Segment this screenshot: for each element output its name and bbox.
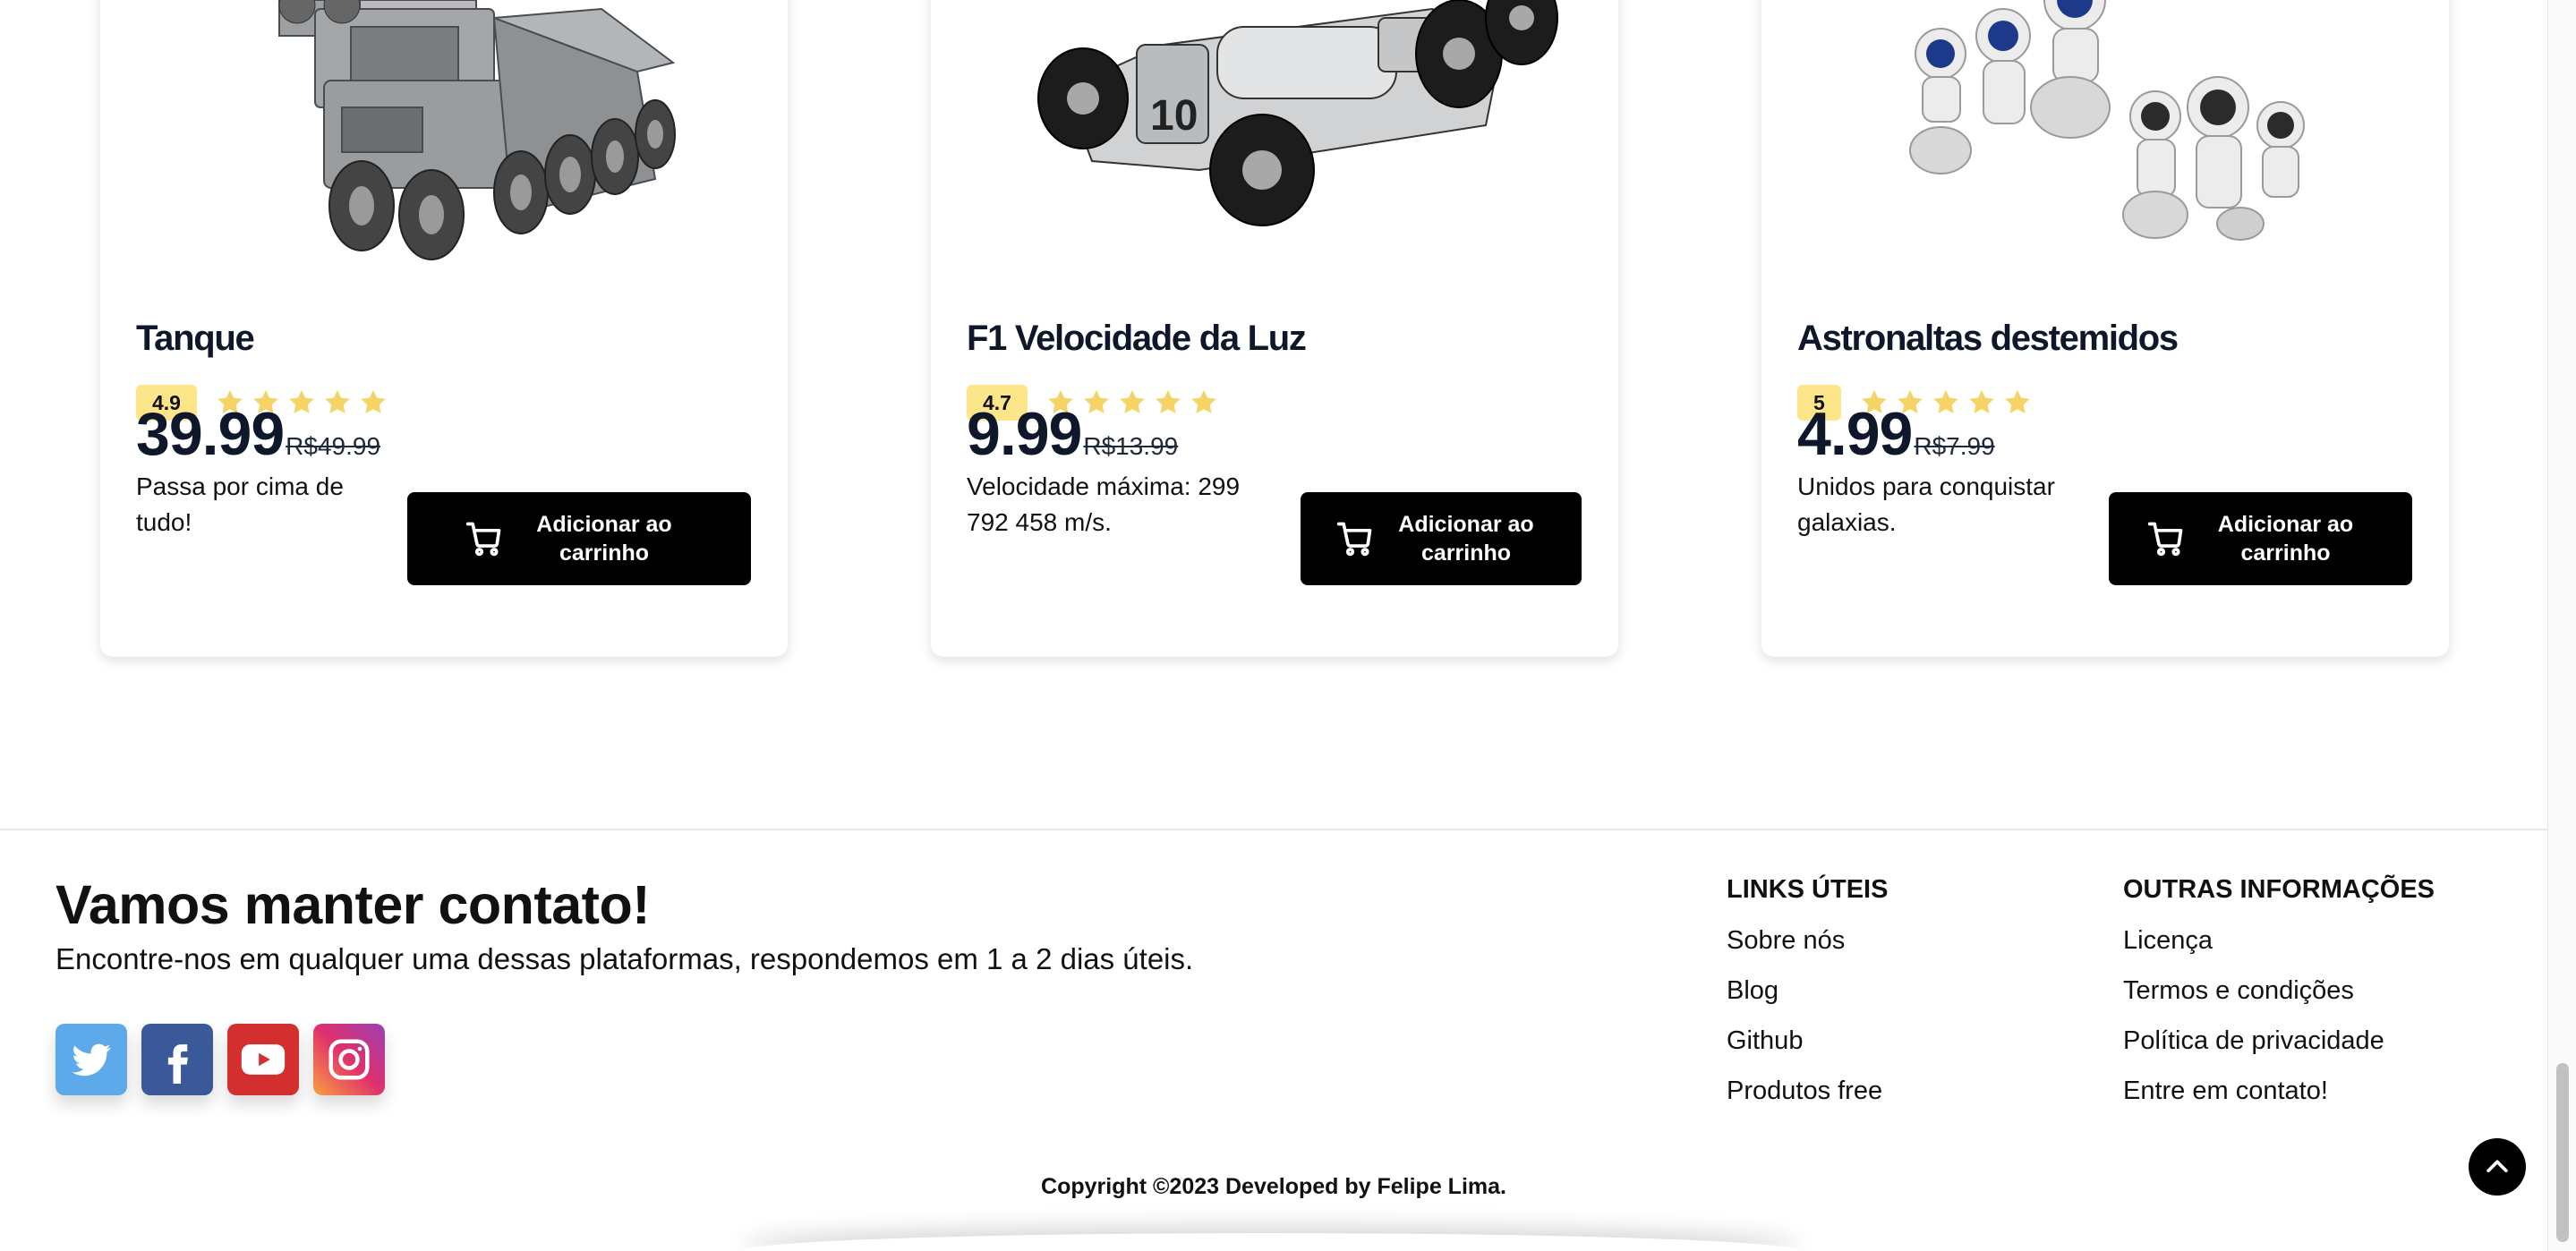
button-label: Adicionar ao carrinho (536, 512, 672, 566)
footer-link-termos[interactable]: Termos e condições (2123, 976, 2435, 1005)
footer-title: Vamos manter contato! (55, 874, 651, 935)
footer-link-licenca[interactable]: Licença (2123, 926, 2435, 955)
product-description: Passa por cima de tudo! (136, 472, 344, 536)
useful-links-title: LINKS ÚTEIS (1727, 875, 1889, 904)
product-title: Tanque (136, 319, 255, 358)
cart-icon (465, 522, 501, 557)
svg-text:10: 10 (1150, 92, 1198, 140)
footer-link-privacidade[interactable]: Política de privacidade (2123, 1026, 2435, 1055)
scrollbar-thumb[interactable] (2556, 1063, 2569, 1242)
product-image: 10 (931, 0, 1618, 295)
facebook-link[interactable] (141, 1024, 213, 1095)
footer-divider (0, 829, 2547, 830)
page-scrollbar[interactable] (2547, 0, 2576, 1251)
price-row: 9.99 R$13.99 (967, 399, 1178, 469)
product-description: Unidos para conquistar galaxias. (1797, 472, 2055, 536)
footer-link-produtos-free[interactable]: Produtos free (1727, 1077, 1888, 1105)
star-icon (2005, 389, 2030, 413)
product-old-price: R$49.99 (286, 432, 381, 460)
cart-icon (2147, 522, 2182, 557)
chevron-up-icon (2486, 1160, 2508, 1173)
price-row: 4.99 R$7.99 (1797, 399, 1995, 469)
astronaut-figures-image (1909, 0, 2305, 241)
add-to-cart-button[interactable]: Adicionar ao carrinho (2109, 492, 2412, 585)
tank-toy-image (278, 0, 676, 260)
price-row: 39.99 R$49.99 (136, 399, 380, 469)
product-price: 4.99 (1797, 400, 1913, 468)
product-card: 10 F1 Velocidade da Luz 4.7 9.99 R$13.99… (931, 0, 1618, 657)
bottom-shadow (743, 1233, 1799, 1251)
footer-subtitle: Encontre-nos em qualquer uma dessas plat… (55, 942, 1194, 975)
button-label: Adicionar ao carrinho (1398, 512, 1534, 566)
instagram-icon (328, 1039, 370, 1080)
product-description: Velocidade máxima: 299 792 458 m/s. (967, 472, 1241, 536)
footer-link-sobre[interactable]: Sobre nós (1727, 926, 1888, 955)
product-title: Astronaltas destemidos (1797, 319, 2179, 358)
useful-links-column: LINKS ÚTEIS Sobre nós Blog Github Produt… (1727, 875, 1888, 1127)
twitter-icon (72, 1043, 111, 1077)
product-price: 39.99 (136, 400, 285, 468)
youtube-icon (241, 1044, 286, 1075)
footer-link-contato[interactable]: Entre em contato! (2123, 1077, 2435, 1105)
instagram-link[interactable] (313, 1024, 385, 1095)
twitter-link[interactable] (55, 1024, 127, 1095)
race-car-toy-image: 10 (1037, 0, 1558, 226)
other-info-title: OUTRAS INFORMAÇÕES (2123, 875, 2435, 904)
cart-icon (1336, 522, 1372, 557)
youtube-link[interactable] (227, 1024, 299, 1095)
product-card: Tanque 4.9 39.99 R$49.99 Passa por cima … (100, 0, 788, 657)
social-links (55, 1024, 385, 1095)
add-to-cart-button[interactable]: Adicionar ao carrinho (407, 492, 751, 585)
footer-link-blog[interactable]: Blog (1727, 976, 1888, 1005)
add-to-cart-button[interactable]: Adicionar ao carrinho (1301, 492, 1582, 585)
footer-link-github[interactable]: Github (1727, 1026, 1888, 1055)
button-label: Adicionar ao carrinho (2217, 512, 2354, 566)
product-image (1761, 0, 2449, 295)
star-icon (1191, 389, 1216, 413)
facebook-icon (167, 1044, 188, 1084)
product-image (100, 0, 788, 295)
product-old-price: R$13.99 (1083, 432, 1179, 460)
other-info-column: OUTRAS INFORMAÇÕES Licença Termos e cond… (2123, 875, 2435, 1127)
product-price: 9.99 (967, 400, 1082, 468)
product-old-price: R$7.99 (1914, 432, 1995, 460)
copyright-text: Copyright ©2023 Developed by Felipe Lima… (1041, 1174, 1506, 1199)
product-card: Astronaltas destemidos 5 4.99 R$7.99 Uni… (1761, 0, 2449, 657)
product-title: F1 Velocidade da Luz (967, 319, 1307, 358)
back-to-top-button[interactable] (2469, 1138, 2526, 1196)
